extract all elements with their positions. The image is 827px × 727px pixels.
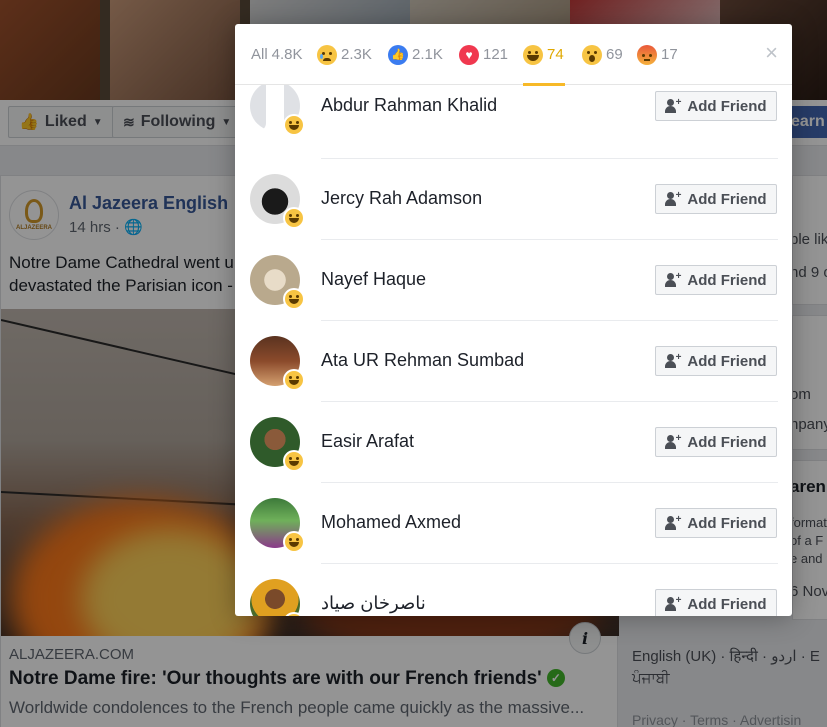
avatar[interactable]: [250, 579, 300, 616]
person-name[interactable]: Easir Arafat: [321, 431, 414, 452]
divider: [321, 401, 778, 402]
add-friend-icon: +: [665, 515, 681, 530]
divider: [321, 239, 778, 240]
tab-all[interactable]: All 4.8K: [251, 24, 303, 85]
person-name[interactable]: Jercy Rah Adamson: [321, 188, 482, 209]
tab-haha[interactable]: 74: [523, 24, 565, 86]
angry-reaction-icon: [637, 44, 657, 65]
add-friend-icon: +: [665, 596, 681, 611]
reaction-tabs: All 4.8K 2.3K 👍 2.1K ♥ 121 74 69 17 ×: [235, 24, 792, 86]
reactions-dialog: All 4.8K 2.3K 👍 2.1K ♥ 121 74 69 17 × Ab…: [235, 24, 792, 616]
haha-badge-icon: [283, 288, 305, 310]
add-friend-button[interactable]: + Add Friend: [655, 91, 777, 121]
haha-badge-icon: [283, 369, 305, 391]
sad-reaction-icon: [317, 44, 337, 65]
list-item: Nayef Haque + Add Friend: [235, 239, 792, 320]
haha-badge-icon: [283, 207, 305, 229]
divider: [321, 563, 778, 564]
tab-angry[interactable]: 17: [637, 24, 678, 85]
close-icon[interactable]: ×: [765, 42, 778, 64]
haha-badge-icon: [283, 531, 305, 553]
tab-like[interactable]: 👍 2.1K: [388, 24, 443, 85]
tab-wow[interactable]: 69: [582, 24, 623, 85]
tab-love[interactable]: ♥ 121: [459, 24, 508, 85]
haha-badge-icon: [283, 450, 305, 472]
person-name[interactable]: ناصرخان صیاد: [321, 593, 426, 614]
add-friend-icon: +: [665, 272, 681, 287]
add-friend-icon: +: [665, 98, 681, 113]
person-name[interactable]: Nayef Haque: [321, 269, 426, 290]
like-reaction-icon: 👍: [388, 44, 408, 65]
list-item: Ata UR Rehman Sumbad + Add Friend: [235, 320, 792, 401]
list-item: Jercy Rah Adamson + Add Friend: [235, 158, 792, 239]
add-friend-icon: +: [665, 353, 681, 368]
haha-reaction-icon: [523, 44, 543, 65]
list-item: ناصرخان صیاد + Add Friend: [235, 563, 792, 616]
add-friend-button[interactable]: + Add Friend: [655, 265, 777, 295]
divider: [321, 158, 778, 159]
divider: [321, 320, 778, 321]
haha-badge-icon: [283, 114, 305, 136]
add-friend-button[interactable]: + Add Friend: [655, 427, 777, 457]
list-item: Easir Arafat + Add Friend: [235, 401, 792, 482]
add-friend-button[interactable]: + Add Friend: [655, 589, 777, 616]
divider: [321, 482, 778, 483]
tab-sad[interactable]: 2.3K: [317, 24, 372, 85]
love-reaction-icon: ♥: [459, 44, 479, 65]
person-name[interactable]: Abdur Rahman Khalid: [321, 95, 497, 116]
wow-reaction-icon: [582, 44, 602, 65]
list-item: Mohamed Axmed + Add Friend: [235, 482, 792, 563]
add-friend-button[interactable]: + Add Friend: [655, 346, 777, 376]
reactors-list: Abdur Rahman Khalid + Add Friend Jercy R…: [235, 85, 792, 616]
list-item: Abdur Rahman Khalid + Add Friend: [235, 85, 792, 146]
add-friend-icon: +: [665, 191, 681, 206]
add-friend-button[interactable]: + Add Friend: [655, 508, 777, 538]
person-name[interactable]: Mohamed Axmed: [321, 512, 461, 533]
add-friend-button[interactable]: + Add Friend: [655, 184, 777, 214]
add-friend-icon: +: [665, 434, 681, 449]
person-name[interactable]: Ata UR Rehman Sumbad: [321, 350, 524, 371]
